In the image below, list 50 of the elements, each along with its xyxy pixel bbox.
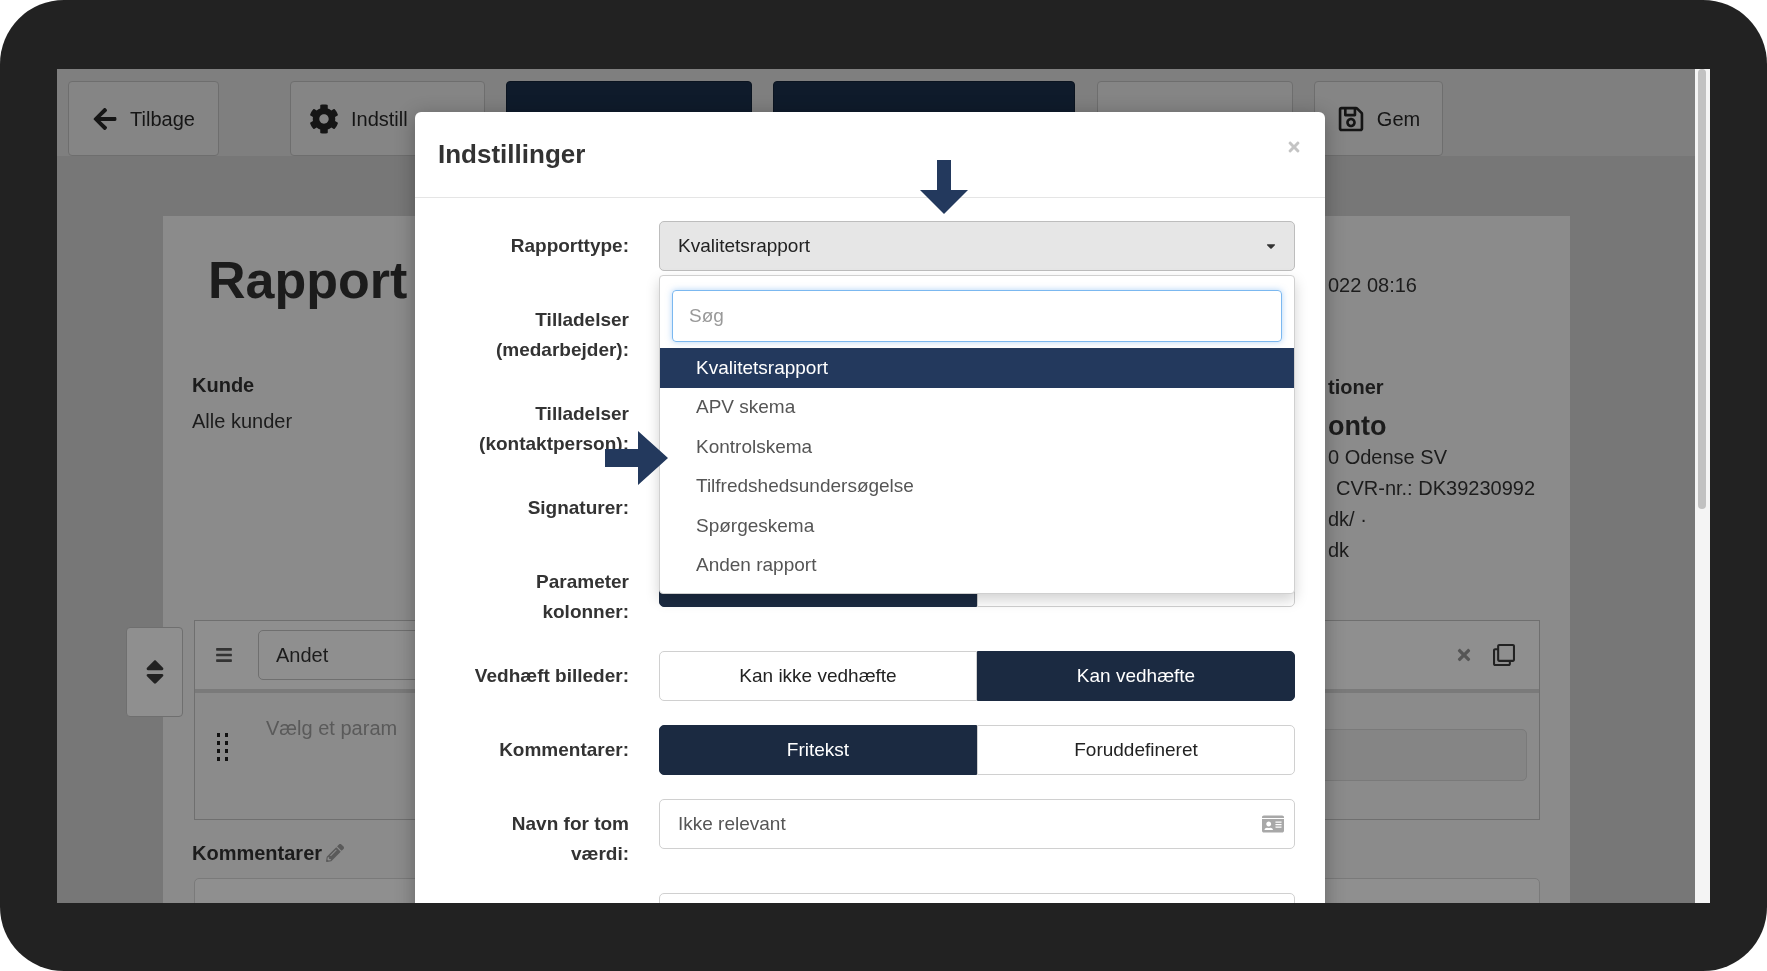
text-field[interactable]: Ikke relevant xyxy=(659,799,1295,849)
settings-icon xyxy=(309,103,339,134)
info-text: dk xyxy=(1328,538,1351,563)
dropdown-option[interactable]: Kontrolskema xyxy=(660,427,1294,467)
drag-handle-icon xyxy=(217,733,229,763)
dropdown-option[interactable]: APV skema xyxy=(660,387,1294,427)
info-text: CVR-nr.: DK39230992 xyxy=(1336,476,1535,501)
dropdown-option[interactable]: Tilfredshedsundersøgelse xyxy=(660,466,1294,506)
field-label: (kontaktperson): xyxy=(479,432,629,456)
toolbar-button[interactable]: Gem xyxy=(1314,81,1443,156)
arrow-down-annotation xyxy=(920,160,968,214)
dropdown-option[interactable]: Spørgeskema xyxy=(660,506,1294,546)
save-icon xyxy=(1336,104,1365,133)
arrow-left-icon xyxy=(92,105,119,132)
segment-toggle[interactable]: Foruddefineret xyxy=(977,725,1295,775)
field-label: Vedhæft billeder: xyxy=(474,664,629,688)
info-text: dk/ · xyxy=(1328,507,1368,532)
pencil-icon[interactable] xyxy=(326,844,345,862)
customer-label: Kunde xyxy=(192,373,255,398)
id-card-icon xyxy=(1262,813,1284,835)
sort-button[interactable] xyxy=(126,627,183,717)
segment-toggle[interactable]: Fritekst xyxy=(659,725,977,775)
customer-value: Alle kunder xyxy=(192,409,293,434)
field-label: Rapporttype: xyxy=(510,234,629,258)
info-text: 0 Odense SV xyxy=(1328,445,1448,470)
company-name: onto xyxy=(1328,410,1388,442)
comments-heading: Kommentarer xyxy=(192,841,323,866)
close-icon[interactable] xyxy=(1455,646,1473,664)
field-label: kolonner: xyxy=(542,600,629,624)
date-text: 022 08:16 xyxy=(1328,273,1418,298)
field-label: Navn for tom xyxy=(511,812,629,836)
field-label: Signaturer: xyxy=(527,496,629,520)
scrollbar-thumb[interactable] xyxy=(1698,69,1706,509)
field-label: Parameter xyxy=(536,570,629,594)
report-title: Rapport xyxy=(208,250,408,310)
copy-icon[interactable] xyxy=(1493,644,1515,666)
report-type-select[interactable]: Kvalitetsrapport xyxy=(659,221,1295,271)
search-field[interactable]: Søg xyxy=(672,290,1282,342)
field-label: (medarbejder): xyxy=(495,338,629,362)
field-label: Tilladelser xyxy=(535,308,629,332)
toolbar-button[interactable]: Tilbage xyxy=(68,81,219,156)
menu-icon xyxy=(215,646,233,664)
segment-toggle[interactable]: Kan vedhæfte xyxy=(977,651,1295,701)
dropdown-option[interactable]: Kvalitetsrapport xyxy=(660,348,1294,388)
field-label: Kommentarer: xyxy=(499,738,629,762)
field-label: Tilladelser xyxy=(535,402,629,426)
field-label: værdi: xyxy=(570,842,629,866)
segment-toggle[interactable]: Kan ikke vedhæfte xyxy=(659,651,977,701)
dropdown-option[interactable]: Anden rapport xyxy=(660,545,1294,585)
info-heading: tioner xyxy=(1328,375,1385,400)
